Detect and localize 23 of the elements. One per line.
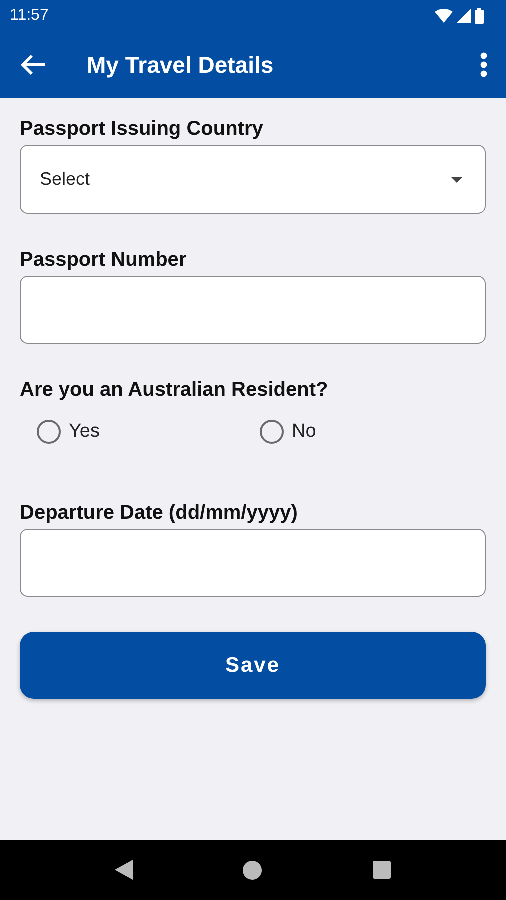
home-circle-icon[interactable] — [243, 860, 262, 880]
screen-title: My Travel Details — [87, 52, 275, 78]
field-label: Passport Issuing Country — [20, 118, 264, 141]
field-label: Departure Date (dd/mm/yyyy) — [20, 502, 299, 525]
overview-square-icon[interactable] — [372, 861, 391, 879]
radio-button[interactable] — [260, 420, 284, 444]
back-triangle-icon[interactable] — [115, 860, 134, 880]
save-button[interactable]: Save — [20, 632, 486, 699]
more-options-icon[interactable] — [480, 52, 488, 78]
radio-label: No — [292, 421, 316, 443]
wifi-icon — [435, 9, 453, 23]
field-label: Passport Number — [20, 249, 188, 272]
signal-icon — [457, 9, 471, 23]
dropdown-caret-icon — [451, 176, 463, 182]
battery-icon — [475, 8, 484, 24]
input-field[interactable] — [20, 529, 486, 597]
question-label: Are you an Australian Resident? — [20, 379, 330, 402]
back-arrow-icon[interactable] — [20, 54, 46, 76]
country-select[interactable]: Select — [20, 145, 486, 214]
radio-label: Yes — [69, 421, 100, 443]
status-time: 11:57 — [10, 7, 49, 25]
radio-button[interactable] — [37, 420, 61, 444]
input-field[interactable] — [20, 276, 486, 344]
